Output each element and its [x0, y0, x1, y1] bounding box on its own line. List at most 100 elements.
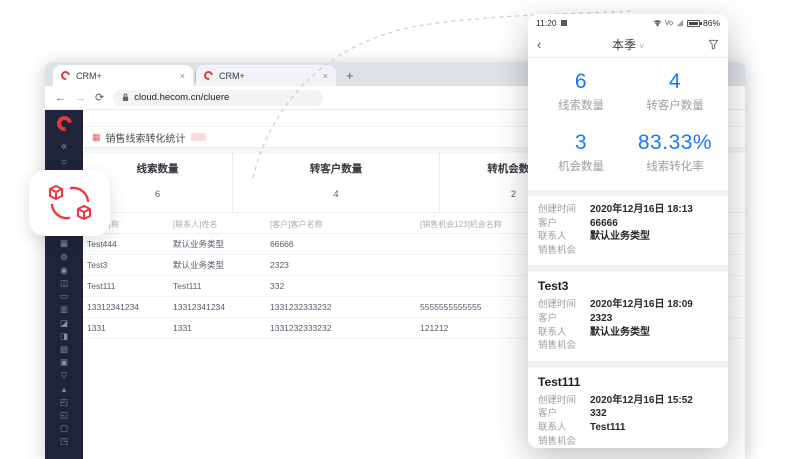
sidebar-icon-06[interactable]: ◫: [60, 277, 68, 290]
sidebar-icon-04[interactable]: ⚙: [60, 251, 68, 264]
signal-icon: [676, 19, 684, 27]
battery-icon: [687, 20, 700, 27]
sidebar-icon-18[interactable]: ◳: [60, 435, 68, 448]
field-label: 联系人: [538, 326, 590, 340]
sidebar-icon-03[interactable]: ▦: [60, 237, 68, 250]
sidebar-icon-stack: ▤ ⌂ ▦ ⚙ ◉ ◫ ▭ ▥ ◪ ◨ ▧ ▣ ▽ ▴ ◰ ◱ ▢ ◳: [60, 211, 68, 449]
record-title: Test3: [538, 279, 718, 293]
back-chevron-icon[interactable]: ‹: [537, 37, 577, 52]
sidebar-icon-16[interactable]: ◱: [60, 409, 68, 422]
cell-contact: 13312341234: [173, 302, 270, 312]
cell-contact: 默认业务类型: [173, 238, 270, 250]
record-card[interactable]: Test111 创建时间2020年12月16日 15:52 客户332 联系人T…: [528, 368, 728, 448]
field-value: 默认业务类型: [590, 326, 650, 340]
crm-favicon: [202, 69, 215, 82]
cell-customer: 1331232333232: [270, 302, 420, 312]
filter-funnel-icon[interactable]: [708, 39, 719, 50]
chevron-down-icon: ˅: [639, 42, 644, 51]
stat-number: 3: [534, 131, 628, 155]
col-header: [销售机会123]机会名称: [420, 219, 532, 230]
sidebar-icon-13[interactable]: ▽: [61, 369, 68, 382]
sidebar-icon-10[interactable]: ◨: [60, 330, 68, 343]
field-value: 2323: [590, 312, 612, 326]
field-value: 默认业务类型: [590, 230, 650, 244]
sidebar-icon-11[interactable]: ▧: [60, 343, 68, 356]
sidebar-icon-09[interactable]: ◪: [60, 317, 68, 330]
phone-stat-customers: 4 转客户数量: [628, 70, 722, 113]
cell-customer: 332: [270, 281, 420, 291]
new-tab-button[interactable]: +: [346, 68, 354, 83]
field-label: 联系人: [538, 230, 590, 244]
browser-tab-1[interactable]: CRM+ ×: [53, 65, 193, 86]
close-tab-icon[interactable]: ×: [180, 71, 185, 81]
status-time: 11:20: [536, 18, 557, 28]
hecom-logo-icon: [54, 113, 75, 134]
field-value: Test111: [590, 421, 625, 435]
field-label: 客户: [538, 312, 590, 326]
sidebar-icon-05[interactable]: ◉: [60, 264, 67, 277]
record-card[interactable]: Test3 创建时间2020年12月16日 18:09 客户2323 联系人默认…: [528, 272, 728, 360]
battery-percent: 86%: [703, 18, 720, 28]
lock-icon: [122, 93, 129, 102]
sidebar-icon-12[interactable]: ▣: [60, 356, 68, 369]
phone-stat-opportunities: 3 机会数量: [534, 131, 628, 174]
stat-number: 6: [534, 70, 628, 94]
browser-tab-2[interactable]: CRM+ ×: [196, 65, 336, 86]
stat-number: 4: [628, 70, 722, 94]
url-field[interactable]: cloud.hecom.cn/cluere: [113, 90, 323, 106]
search-icon[interactable]: ○: [61, 155, 67, 171]
sync-cubes-icon: [47, 184, 93, 222]
forward-icon[interactable]: →: [75, 92, 86, 104]
field-value: 66666: [590, 217, 618, 231]
stat-customers: 转客户数量 4: [233, 153, 440, 212]
cell-contact: 默认业务类型: [173, 259, 270, 271]
stat-label: 线索数量: [534, 97, 628, 113]
url-text: cloud.hecom.cn/cluere: [134, 92, 229, 103]
field-label: 创建时间: [538, 394, 590, 408]
sidebar-icon-14[interactable]: ▴: [62, 383, 66, 396]
cell-customer: 66666: [270, 239, 420, 249]
stat-label: 转客户数量: [628, 97, 722, 113]
field-label: 联系人: [538, 421, 590, 435]
back-icon[interactable]: ←: [55, 92, 66, 104]
phone-stat-leads: 6 线索数量: [534, 70, 628, 113]
phone-status-bar: 11:20 Vo 86%: [528, 14, 728, 32]
col-header: [联系人]姓名: [173, 219, 270, 230]
cell-lead-name: Test111: [87, 281, 173, 291]
phone-record-list: 创建时间2020年12月16日 18:13 客户66666 联系人默认业务类型 …: [528, 190, 728, 448]
report-icon: ▦: [92, 133, 101, 142]
field-value: 2020年12月16日 18:09: [590, 298, 693, 312]
record-title: Test111: [538, 375, 718, 389]
report-tab-title[interactable]: 销售线索转化统计: [106, 130, 186, 145]
hecom-brand-chip: [29, 170, 110, 236]
cell-lead-name: 1331: [87, 323, 173, 333]
crm-favicon: [59, 69, 72, 82]
reload-icon[interactable]: ⟳: [95, 91, 104, 104]
cell-contact: Test111: [173, 281, 270, 291]
record-card[interactable]: 创建时间2020年12月16日 18:13 客户66666 联系人默认业务类型 …: [528, 196, 728, 265]
field-label: 销售机会: [538, 435, 590, 448]
phone-nav-bar: ‹ 本季 ˅: [528, 32, 728, 58]
cell-contact: 1331: [173, 323, 270, 333]
phone-stats-grid: 6 线索数量 4 转客户数量 3 机会数量 83.33% 线索转化率: [528, 58, 728, 190]
mobile-app-card: 11:20 Vo 86% ‹ 本季 ˅ 6 线索: [528, 14, 728, 448]
cell-opportunity: 5555555555555: [420, 302, 532, 312]
cell-lead-name: Test3: [87, 260, 173, 270]
collapse-sidebar-icon[interactable]: «: [61, 139, 67, 155]
wifi-icon: [653, 19, 662, 27]
stat-number: 83.33%: [628, 131, 722, 155]
sidebar-icon-15[interactable]: ◰: [60, 396, 68, 409]
cell-opportunity: 121212: [420, 323, 532, 333]
sidebar-icon-07[interactable]: ▭: [60, 290, 68, 303]
cell-lead-name: 13312341234: [87, 302, 173, 312]
volte-indicator: Vo: [665, 20, 673, 27]
tab-label: CRM+: [219, 71, 245, 81]
stat-label: 机会数量: [534, 158, 628, 174]
field-label: 创建时间: [538, 298, 590, 312]
stat-value: 4: [233, 182, 439, 212]
sidebar-icon-08[interactable]: ▥: [60, 303, 68, 316]
sidebar-icon-17[interactable]: ▢: [60, 422, 68, 435]
close-tab-icon[interactable]: ×: [323, 71, 328, 81]
field-label: 销售机会: [538, 339, 590, 353]
period-selector[interactable]: 本季 ˅: [577, 36, 679, 53]
